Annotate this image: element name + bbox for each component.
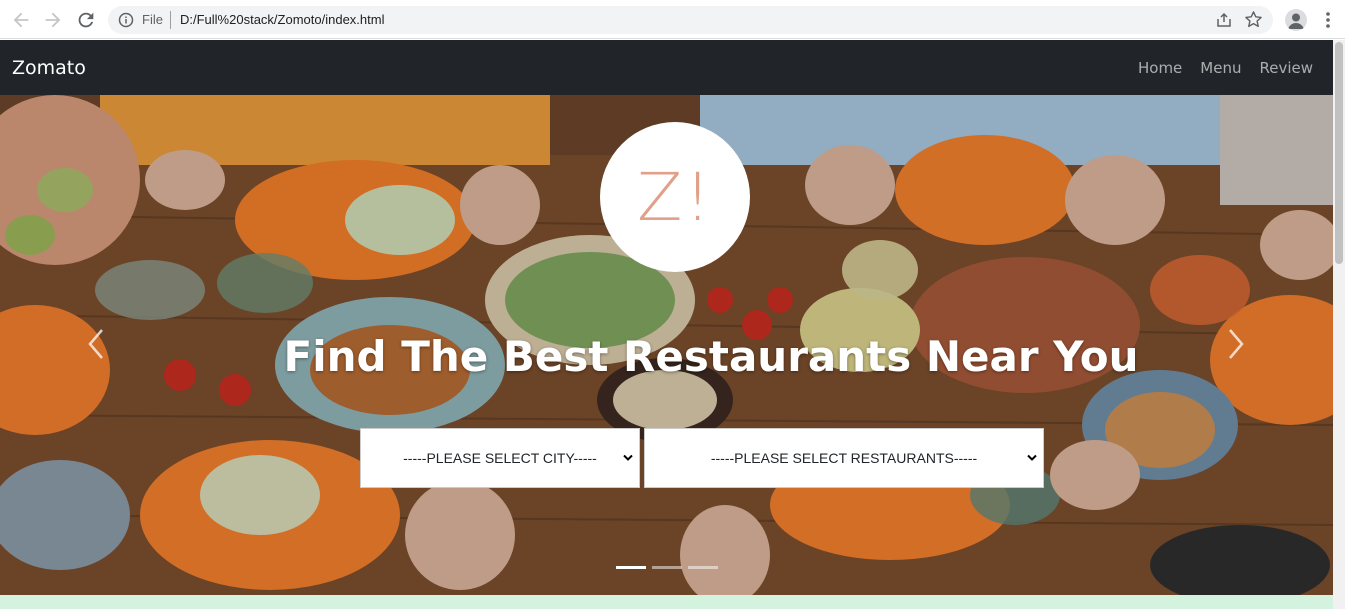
restaurant-select-value: -----PLEASE SELECT RESTAURANTS----- [710, 450, 978, 466]
scheme-label: File [142, 12, 163, 27]
share-icon[interactable] [1215, 11, 1233, 29]
nav-links: Home Menu Review [1138, 59, 1313, 77]
forward-icon[interactable] [42, 9, 64, 31]
info-icon[interactable] [118, 12, 134, 28]
page-scrollbar[interactable] [1333, 40, 1345, 609]
carousel-indicator-2[interactable] [652, 566, 682, 569]
carousel-indicators [616, 566, 718, 569]
brand-logo[interactable]: Zomato [12, 57, 86, 79]
restaurant-select[interactable]: -----PLEASE SELECT RESTAURANTS----- [644, 428, 1044, 488]
url-text[interactable]: D:/Full%20stack/Zomoto/index.html [180, 12, 384, 27]
kebab-menu-icon[interactable] [1322, 10, 1334, 30]
address-bar[interactable]: File D:/Full%20stack/Zomoto/index.html [108, 6, 1273, 34]
divider [170, 11, 171, 29]
chevron-down-icon [623, 454, 633, 461]
logo-text: Z! [637, 158, 713, 236]
reload-icon[interactable] [75, 9, 97, 31]
carousel-next-icon[interactable] [1226, 327, 1246, 361]
next-section-strip [0, 595, 1333, 609]
zomato-logo-circle: Z! [600, 122, 750, 272]
nav-link-menu[interactable]: Menu [1200, 59, 1241, 77]
nav-link-home[interactable]: Home [1138, 59, 1182, 77]
carousel-prev-icon[interactable] [86, 327, 106, 361]
back-icon[interactable] [10, 9, 32, 31]
hero-carousel: Z! Find The Best Restaurants Near You --… [0, 95, 1333, 595]
scrollbar-thumb[interactable] [1335, 42, 1343, 264]
nav-link-review[interactable]: Review [1259, 59, 1313, 77]
bookmark-star-icon[interactable] [1244, 10, 1263, 29]
carousel-indicator-1[interactable] [616, 566, 646, 569]
chevron-down-icon [1027, 454, 1037, 461]
city-select-value: -----PLEASE SELECT CITY----- [403, 450, 597, 466]
profile-avatar-icon[interactable] [1285, 9, 1307, 31]
browser-toolbar: File D:/Full%20stack/Zomoto/index.html [0, 0, 1345, 39]
carousel-indicator-3[interactable] [688, 566, 718, 569]
hero-title: Find The Best Restaurants Near You [283, 332, 1139, 381]
site-navbar: Zomato Home Menu Review [0, 40, 1333, 95]
city-select[interactable]: -----PLEASE SELECT CITY----- [360, 428, 640, 488]
